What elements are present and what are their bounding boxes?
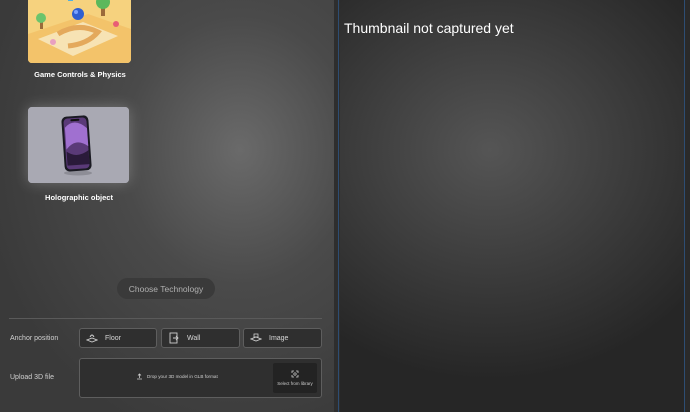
drop-text-row: Drop your 3D model in GLB format (136, 373, 218, 380)
scan-icon (291, 370, 299, 378)
thumbnail-status-text: Thumbnail not captured yet (344, 20, 514, 36)
anchor-floor-button[interactable]: Floor (79, 328, 157, 348)
phone-3d-illustration (28, 107, 129, 183)
card-game-controls-thumbnail[interactable] (28, 0, 131, 63)
upload-dropzone[interactable]: Drop your 3D model in GLB format Select … (79, 358, 322, 398)
upload-icon (137, 373, 142, 380)
anchor-wall-label: Wall (187, 334, 201, 342)
floor-icon (85, 331, 99, 345)
image-icon (249, 331, 263, 345)
game-scene-illustration (28, 0, 131, 63)
app-root: Game Controls & Physics Holographic obje… (0, 0, 690, 412)
drop-text: Drop your 3D model in GLB format (147, 374, 218, 379)
anchor-position-label: Anchor position (10, 335, 59, 342)
card-holographic-thumbnail[interactable] (28, 107, 129, 183)
card-holographic-label: Holographic object (45, 193, 113, 202)
wall-icon (167, 331, 181, 345)
preview-border-left (338, 0, 339, 412)
preview-border-right (684, 0, 685, 412)
choose-technology-button[interactable]: Choose Technology (117, 278, 215, 299)
thumbnail-preview-panel: Thumbnail not captured yet (340, 0, 685, 412)
anchor-floor-label: Floor (105, 334, 121, 342)
section-divider (9, 318, 322, 319)
anchor-image-label: Image (269, 334, 289, 342)
select-from-library-label: Select from library (277, 381, 313, 386)
technology-panel: Game Controls & Physics Holographic obje… (0, 0, 334, 412)
select-from-library-button[interactable]: Select from library (273, 363, 317, 393)
card-game-controls-label: Game Controls & Physics (34, 70, 126, 79)
anchor-wall-button[interactable]: Wall (161, 328, 240, 348)
upload-3d-file-label: Upload 3D file (10, 374, 54, 381)
anchor-image-button[interactable]: Image (243, 328, 322, 348)
